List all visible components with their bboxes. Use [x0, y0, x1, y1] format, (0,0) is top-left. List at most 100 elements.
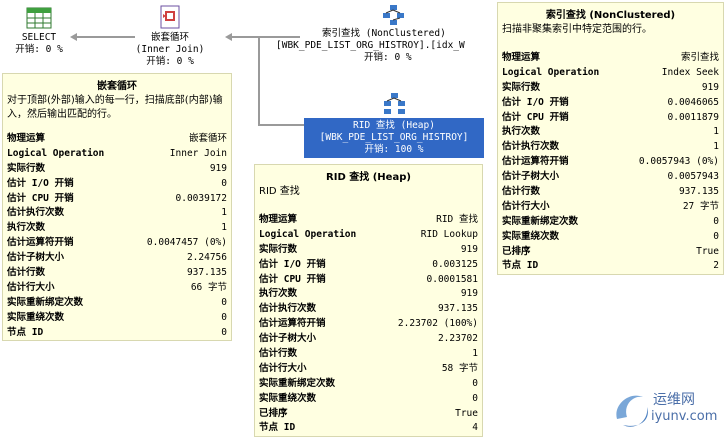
prop-key: 估计 I/O 开销	[7, 177, 74, 189]
prop-value: 0	[221, 326, 227, 338]
nested-loop-label: 嵌套循环	[150, 32, 189, 43]
prop-value: 1	[713, 141, 719, 153]
prop-key: 执行次数	[259, 288, 298, 300]
prop-key: 实际重新绑定次数	[502, 215, 579, 227]
prop-value: 937.135	[678, 186, 719, 198]
prop-value: 0	[221, 296, 227, 308]
prop-value: 2.23702 (100%)	[397, 318, 478, 330]
prop-value: 0.0011879	[667, 111, 719, 123]
prop-value: 索引查找	[680, 52, 719, 63]
prop-value: True	[696, 245, 719, 257]
node-nested-loop[interactable]: 嵌套循环 (Inner Join) 开销: 0 %	[120, 4, 220, 68]
index-seek-label: 索引查找 (NonClustered)	[322, 28, 446, 39]
tooltip-description: 对于顶部(外部)输入的每一行，扫描底部(内部)输入，然后输出匹配的行。	[7, 95, 223, 120]
prop-value: True	[455, 407, 478, 419]
prop-value: 1	[713, 126, 719, 138]
prop-key: 估计子树大小	[259, 333, 317, 345]
node-index-seek[interactable]: 索引查找 (NonClustered) [WBK_PDE_LIST_ORG_HI…	[272, 4, 497, 64]
tooltip-title: RID 查找 (Heap)	[326, 172, 411, 183]
tooltip-title: 索引查找 (NonClustered)	[545, 10, 676, 21]
prop-key: 实际行数	[7, 162, 46, 174]
prop-key: 实际行数	[259, 243, 298, 255]
node-rid-lookup[interactable]: RID 查找 (Heap) [WBK_PDE_LIST_ORG_HISTROY]…	[304, 92, 484, 158]
rid-lookup-caption: RID 查找 (Heap) [WBK_PDE_LIST_ORG_HISTROY]…	[304, 118, 484, 158]
nested-loop-icon	[158, 4, 182, 30]
prop-value: 937.135	[186, 267, 227, 279]
prop-key: 估计行数	[259, 348, 298, 360]
prop-key: Logical Operation	[259, 228, 357, 240]
tooltip-description: 扫描非聚集索引中特定范围的行。	[502, 24, 652, 35]
prop-key: 执行次数	[7, 222, 46, 234]
prop-value: 0	[713, 230, 719, 242]
prop-value: 4	[472, 422, 478, 434]
watermark-cn: 运维网	[653, 392, 695, 408]
prop-value: 919	[701, 81, 719, 93]
prop-key: 估计行大小	[7, 281, 55, 293]
prop-value: 0	[472, 392, 478, 404]
prop-value: 0	[221, 311, 227, 323]
prop-key: 实际重新绑定次数	[7, 296, 84, 308]
arrow-nested-seek	[225, 33, 232, 41]
prop-key: 估计行大小	[259, 362, 307, 374]
prop-key: 实际重新绑定次数	[259, 377, 336, 389]
prop-key: 实际重绕次数	[502, 230, 560, 242]
prop-key: 估计 CPU 开销	[259, 273, 326, 285]
prop-value: 919	[209, 162, 227, 174]
prop-key: 估计子树大小	[7, 252, 65, 264]
prop-key: 物理运算	[259, 214, 298, 225]
index-seek-icon	[380, 4, 406, 26]
prop-value: 0.0046065	[667, 96, 719, 108]
tooltip-title: 嵌套循环	[97, 81, 137, 92]
prop-key: 实际行数	[502, 81, 541, 93]
prop-value: 58 字节	[441, 362, 478, 374]
prop-value: 0	[472, 377, 478, 389]
select-icon	[26, 6, 52, 30]
connector-nested-rid-v	[258, 37, 260, 125]
prop-key: 估计执行次数	[259, 303, 317, 315]
prop-value: 27 字节	[682, 200, 719, 212]
prop-value: 嵌套循环	[188, 133, 227, 144]
prop-key: 已排序	[259, 407, 288, 419]
watermark-url: iyunv.com	[651, 409, 718, 424]
prop-value: 0.0047457 (0%)	[146, 237, 227, 249]
prop-value: 2	[713, 260, 719, 272]
connector-nested-rid-h	[258, 124, 306, 126]
prop-value: 0.003125	[432, 258, 478, 270]
rid-lookup-sub: [WBK_PDE_LIST_ORG_HISTROY]	[319, 132, 469, 143]
prop-key: 实际重绕次数	[7, 311, 65, 323]
prop-key: 估计 CPU 开销	[7, 192, 74, 204]
select-cost: 开销: 0 %	[15, 44, 63, 55]
node-select[interactable]: SELECT 开销: 0 %	[4, 6, 74, 56]
prop-value: Inner Join	[169, 147, 227, 159]
rid-lookup-label: RID 查找 (Heap)	[353, 120, 435, 131]
prop-value: 2.24756	[186, 252, 227, 264]
prop-key: 已排序	[502, 245, 531, 257]
prop-key: 估计 CPU 开销	[502, 111, 569, 123]
prop-value: 937.135	[437, 303, 478, 315]
prop-key: 物理运算	[7, 133, 46, 144]
prop-key: 节点 ID	[259, 422, 296, 434]
prop-key: 节点 ID	[502, 260, 539, 272]
rid-lookup-icon	[381, 92, 407, 116]
prop-key: 估计 I/O 开销	[502, 96, 569, 108]
prop-key: 实际重绕次数	[259, 392, 317, 404]
prop-value: 919	[460, 243, 478, 255]
prop-value: 919	[460, 288, 478, 300]
prop-key: 估计行大小	[502, 200, 550, 212]
prop-key: 物理运算	[502, 52, 541, 63]
tooltip-index-seek: 索引查找 (NonClustered) 扫描非聚集索引中特定范围的行。 物理运算…	[497, 2, 724, 276]
prop-value: 1	[472, 348, 478, 360]
prop-value: 0	[713, 215, 719, 227]
prop-key: 估计 I/O 开销	[259, 258, 326, 270]
tooltip-nested-loop: 嵌套循环 对于顶部(外部)输入的每一行，扫描底部(内部)输入，然后输出匹配的行。…	[2, 73, 232, 342]
tooltip-rid-lookup: RID 查找 (Heap) RID 查找 物理运算 RID 查找 Logical …	[254, 164, 483, 437]
prop-value: RID Lookup	[420, 228, 478, 240]
nested-loop-sub: (Inner Join)	[135, 44, 205, 55]
index-seek-sub: [WBK_PDE_LIST_ORG_HISTROY].[idx_W	[276, 40, 465, 51]
prop-key: 估计运算符开销	[7, 237, 74, 249]
prop-value: 0.0001581	[426, 273, 478, 285]
prop-value: 1	[221, 207, 227, 219]
prop-value: RID 查找	[436, 214, 478, 225]
tooltip-description: RID 查找	[259, 186, 300, 197]
rid-lookup-cost: 开销: 100 %	[364, 144, 424, 155]
